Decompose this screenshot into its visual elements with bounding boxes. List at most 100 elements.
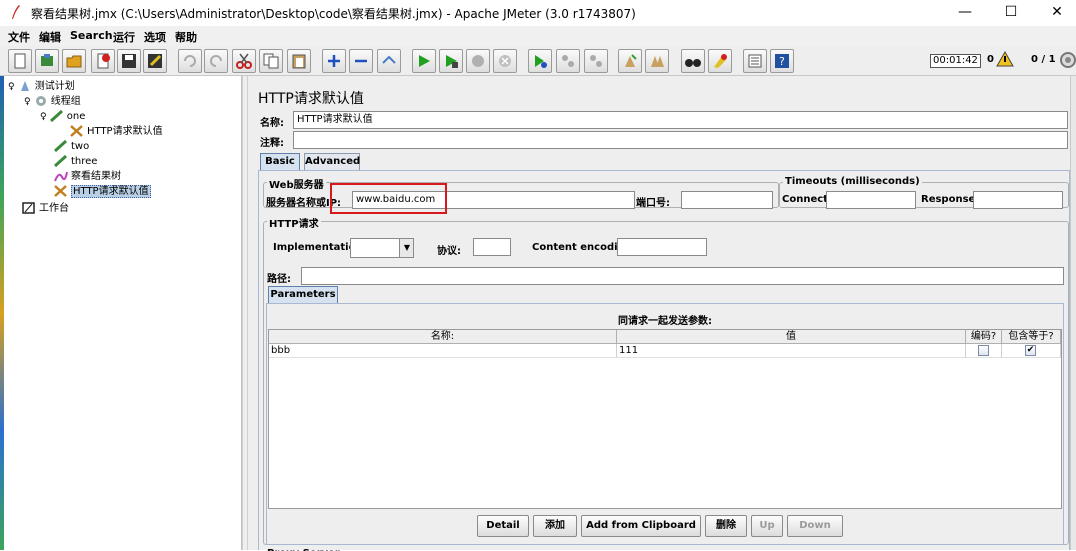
sampler-pen-icon [49, 110, 63, 122]
comment-field[interactable] [293, 131, 1068, 149]
tree-node-three[interactable]: three [54, 154, 97, 169]
timeouts-group-title: Timeouts (milliseconds) [783, 176, 922, 187]
add-from-clipboard-button[interactable]: Add from Clipboard [581, 515, 701, 537]
detail-button[interactable]: Detail [477, 515, 529, 537]
start-no-pauses-icon[interactable] [439, 49, 463, 73]
menu-options[interactable]: 选项 [144, 29, 166, 45]
menu-edit[interactable]: 编辑 [39, 29, 61, 45]
close-button[interactable]: ✕ [1034, 0, 1076, 26]
tab-basic[interactable]: Basic [260, 153, 300, 171]
tree-label: 工作台 [39, 203, 69, 214]
help-icon[interactable]: ? [770, 49, 794, 73]
maximize-button[interactable]: ☐ [988, 0, 1034, 26]
minimize-button[interactable]: — [942, 0, 988, 26]
stop-icon[interactable] [466, 49, 490, 73]
protocol-field[interactable] [473, 238, 511, 256]
cut-icon[interactable] [232, 49, 256, 73]
tree-node-http-defaults-child[interactable]: HTTP请求默认值 [70, 124, 163, 139]
copy-icon[interactable] [259, 49, 283, 73]
table-cell-include-equals: ✔ [1002, 344, 1061, 358]
menu-search[interactable]: Search [70, 29, 113, 42]
remote-start-icon[interactable] [528, 49, 552, 73]
templates-icon[interactable] [35, 49, 59, 73]
tab-parameters[interactable]: Parameters [268, 286, 338, 304]
parameters-table[interactable]: 名称: 值 编码? 包含等于? bbb 111 ✔ [268, 329, 1062, 509]
tree-node-two[interactable]: two [54, 139, 89, 154]
function-helper-icon[interactable] [743, 49, 767, 73]
implementation-select[interactable]: ▼ [350, 238, 414, 258]
search-binoculars-icon[interactable] [681, 49, 705, 73]
paste-icon[interactable] [287, 49, 311, 73]
listener-chart-icon [54, 171, 68, 182]
tree-node-http-defaults-selected[interactable]: HTTP请求默认值 [54, 184, 151, 199]
tree-label: one [66, 111, 86, 122]
tree-label: 线程组 [50, 96, 81, 107]
menu-bar: 文件 编辑 Search 运行 选项 帮助 [0, 26, 1076, 46]
highlight-box [330, 183, 447, 214]
reset-search-icon[interactable] [708, 49, 732, 73]
toggle-icon[interactable] [377, 49, 401, 73]
undo-icon[interactable] [178, 49, 202, 73]
tree-node-test-plan[interactable]: ♀ 测试计划 [8, 79, 75, 94]
clear-icon[interactable] [618, 49, 642, 73]
new-icon[interactable] [8, 49, 32, 73]
expand-all-icon[interactable] [322, 49, 346, 73]
tree-toggle-icon[interactable]: ♀ [8, 82, 15, 92]
path-field[interactable] [301, 267, 1064, 285]
warning-icon[interactable] [996, 51, 1014, 67]
include-equals-checkbox[interactable]: ✔ [1025, 345, 1036, 356]
test-plan-tree: ♀ 测试计划 ♀ 线程组 ♀ one HTTP请求默认值 two three 察… [4, 76, 242, 550]
add-button[interactable]: 添加 [533, 515, 577, 537]
delete-button[interactable]: 删除 [705, 515, 747, 537]
up-button[interactable]: Up [751, 515, 783, 537]
tree-node-one[interactable]: ♀ one [40, 109, 85, 124]
response-label: Response: [921, 194, 980, 205]
redo-icon[interactable] [204, 49, 228, 73]
table-cell-value[interactable]: 111 [617, 344, 966, 358]
content-encoding-field[interactable] [617, 238, 707, 256]
collapse-all-icon[interactable] [349, 49, 373, 73]
connect-field[interactable] [826, 191, 916, 209]
save-as-icon[interactable] [143, 49, 167, 73]
svg-text:?: ? [779, 55, 785, 68]
name-field[interactable]: HTTP请求默认值 [293, 111, 1068, 129]
tree-node-workbench[interactable]: 工作台 [22, 201, 69, 216]
comment-label: 注释: [260, 138, 284, 149]
protocol-label: 协议: [437, 246, 461, 257]
tree-node-thread-group[interactable]: ♀ 线程组 [24, 94, 81, 109]
encode-checkbox[interactable] [978, 345, 989, 356]
remote-stop-icon[interactable] [556, 49, 580, 73]
table-cell-encode [966, 344, 1002, 358]
tree-label: three [71, 156, 98, 167]
clear-all-icon[interactable] [645, 49, 669, 73]
column-header-name[interactable]: 名称: [269, 330, 617, 344]
table-cell-name[interactable]: bbb [269, 344, 617, 358]
tree-toggle-icon[interactable]: ♀ [24, 97, 31, 107]
shutdown-icon[interactable] [493, 49, 517, 73]
tree-node-view-results-tree[interactable]: 察看结果树 [54, 169, 121, 184]
remote-shutdown-icon[interactable] [584, 49, 608, 73]
down-button[interactable]: Down [787, 515, 843, 537]
menu-help[interactable]: 帮助 [175, 29, 197, 45]
menu-run[interactable]: 运行 [113, 29, 135, 45]
http-request-group-title: HTTP请求 [267, 215, 321, 230]
tree-label: two [71, 141, 90, 152]
thread-group-gear-icon [35, 96, 46, 106]
save-icon[interactable] [117, 49, 141, 73]
open-icon[interactable] [62, 49, 86, 73]
start-icon[interactable] [412, 49, 436, 73]
port-field[interactable] [681, 191, 773, 209]
vertical-scrollbar[interactable] [1070, 76, 1076, 550]
panel-title: HTTP请求默认值 [258, 91, 364, 107]
column-header-encode[interactable]: 编码? [966, 330, 1002, 344]
menu-file[interactable]: 文件 [8, 29, 30, 45]
tree-toggle-icon[interactable]: ♀ [40, 112, 47, 122]
config-tools-icon [70, 125, 83, 137]
chevron-down-icon[interactable]: ▼ [399, 239, 413, 257]
column-header-include-equals[interactable]: 包含等于? [1002, 330, 1061, 344]
column-header-value[interactable]: 值 [617, 330, 966, 344]
tab-advanced[interactable]: Advanced [304, 153, 360, 171]
close-file-icon[interactable] [91, 49, 115, 73]
elapsed-timer: 00:01:42 [930, 54, 981, 68]
response-field[interactable] [973, 191, 1063, 209]
